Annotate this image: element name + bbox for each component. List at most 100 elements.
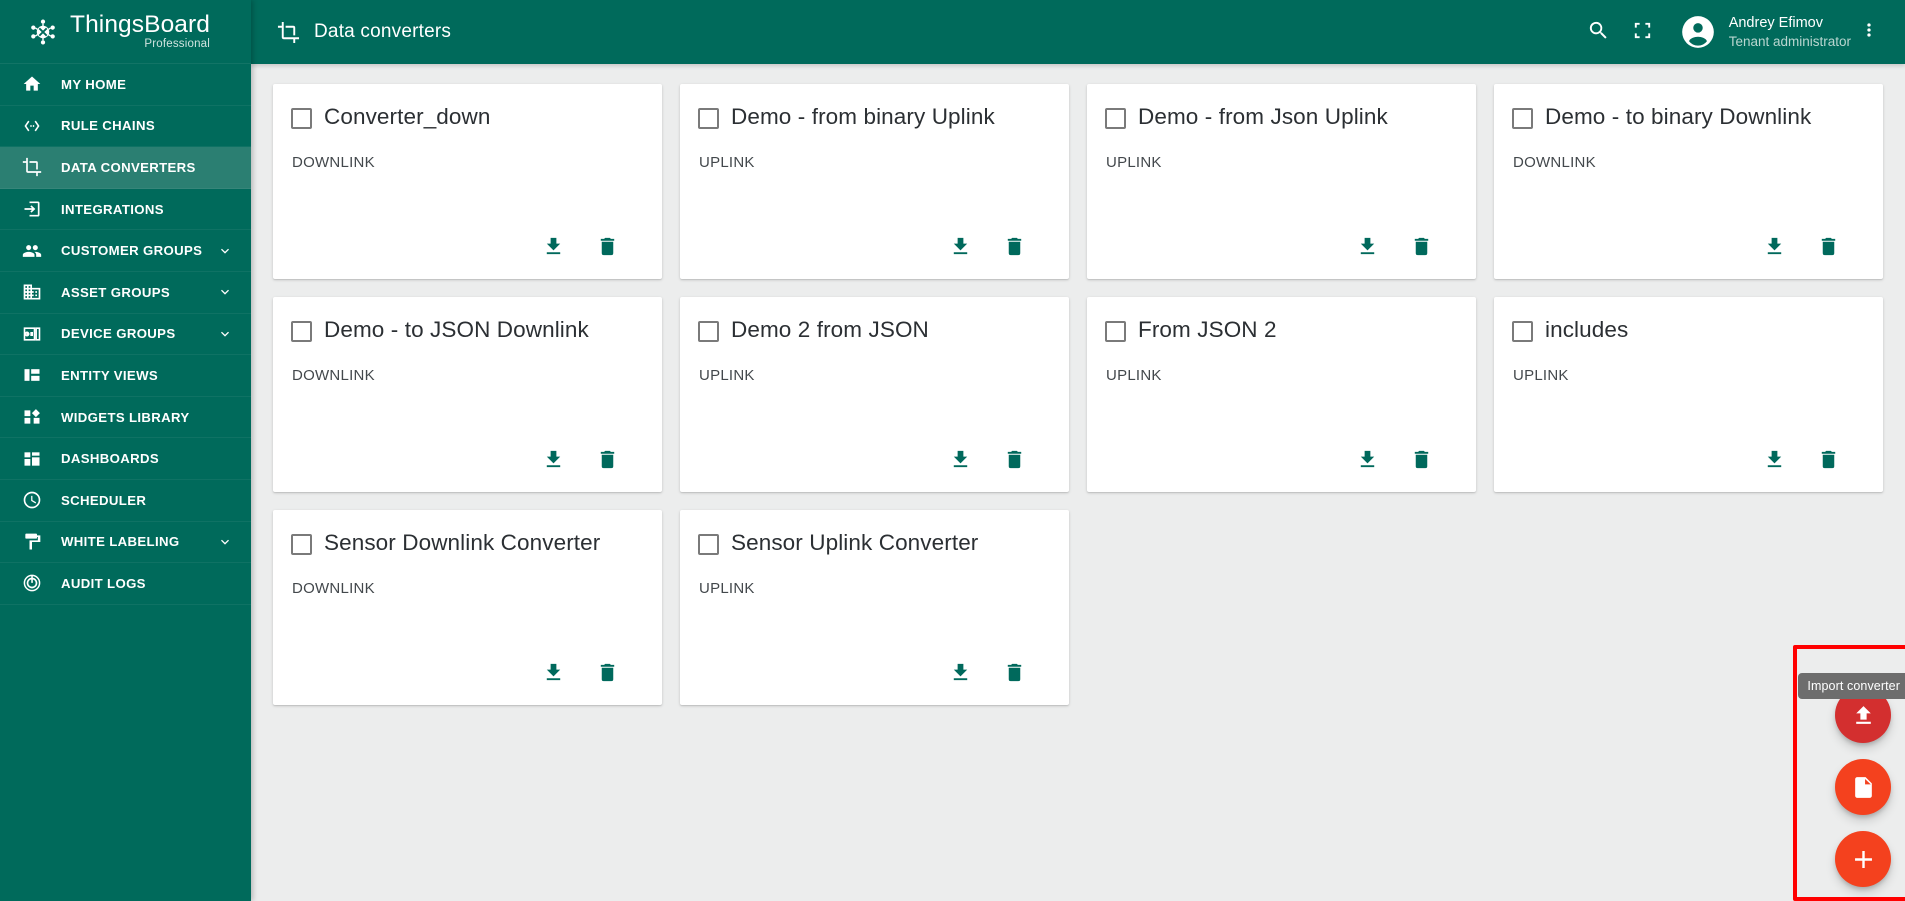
delete-converter-button[interactable] bbox=[1813, 444, 1843, 474]
export-converter-button[interactable] bbox=[945, 444, 975, 474]
sidebar-item-label: CUSTOMER GROUPS bbox=[61, 243, 203, 259]
sidebar-item-white-labeling[interactable]: WHITE LABELING bbox=[0, 522, 251, 564]
white-labeling-icon bbox=[21, 531, 43, 553]
export-converter-button[interactable] bbox=[945, 231, 975, 261]
delete-converter-button[interactable] bbox=[1406, 231, 1436, 261]
export-converter-button[interactable] bbox=[1352, 231, 1382, 261]
toolbar: Data converters Andrey Efimov Tenant adm… bbox=[251, 0, 1905, 64]
customer-groups-icon bbox=[21, 240, 43, 262]
export-converter-button[interactable] bbox=[538, 231, 568, 261]
device-groups-icon bbox=[21, 323, 43, 345]
sidebar-item-data-converters[interactable]: DATA CONVERTERS bbox=[0, 147, 251, 189]
converter-select-checkbox[interactable] bbox=[698, 108, 719, 129]
converter-card[interactable]: Converter_down DOWNLINK bbox=[273, 84, 662, 279]
converter-card[interactable]: Sensor Downlink Converter DOWNLINK bbox=[273, 510, 662, 705]
converter-select-checkbox[interactable] bbox=[291, 321, 312, 342]
brand-subtitle: Professional bbox=[144, 38, 211, 50]
sidebar-item-label: RULE CHAINS bbox=[61, 118, 155, 134]
converter-select-checkbox[interactable] bbox=[1105, 108, 1126, 129]
sidebar-item-audit-logs[interactable]: AUDIT LOGS bbox=[0, 563, 251, 605]
delete-converter-button[interactable] bbox=[592, 231, 622, 261]
converter-type: UPLINK bbox=[1106, 153, 1162, 171]
converter-name: Demo - to JSON Downlink bbox=[324, 317, 589, 342]
sidebar-item-scheduler[interactable]: SCHEDULER bbox=[0, 480, 251, 522]
converter-select-checkbox[interactable] bbox=[1105, 321, 1126, 342]
sidebar-item-rule-chains[interactable]: RULE CHAINS bbox=[0, 106, 251, 148]
delete-converter-button[interactable] bbox=[592, 657, 622, 687]
converter-type: UPLINK bbox=[699, 579, 755, 597]
delete-converter-button[interactable] bbox=[999, 231, 1029, 261]
sidebar-item-entity-views[interactable]: ENTITY VIEWS bbox=[0, 355, 251, 397]
converter-card-actions bbox=[291, 444, 644, 480]
export-converter-button[interactable] bbox=[1759, 231, 1789, 261]
trash-icon bbox=[1003, 448, 1026, 471]
user-menu[interactable]: Andrey Efimov Tenant administrator bbox=[1679, 13, 1851, 51]
search-button[interactable] bbox=[1577, 10, 1621, 54]
converter-card[interactable]: From JSON 2 UPLINK bbox=[1087, 297, 1476, 492]
converter-card[interactable]: Demo - from binary Uplink UPLINK bbox=[680, 84, 1069, 279]
sidebar-item-my-home[interactable]: MY HOME bbox=[0, 64, 251, 106]
converter-type: DOWNLINK bbox=[292, 366, 375, 384]
download-icon bbox=[1763, 235, 1786, 258]
delete-converter-button[interactable] bbox=[999, 444, 1029, 474]
user-role: Tenant administrator bbox=[1728, 33, 1851, 49]
converter-card[interactable]: Demo - to binary Downlink DOWNLINK bbox=[1494, 84, 1883, 279]
more-menu-button[interactable] bbox=[1851, 10, 1887, 54]
chevron-down-icon[interactable] bbox=[217, 284, 233, 300]
converter-card[interactable]: Sensor Uplink Converter UPLINK bbox=[680, 510, 1069, 705]
converter-select-checkbox[interactable] bbox=[1512, 321, 1533, 342]
delete-converter-button[interactable] bbox=[1813, 231, 1843, 261]
converter-select-checkbox[interactable] bbox=[698, 534, 719, 555]
delete-converter-button[interactable] bbox=[999, 657, 1029, 687]
export-converter-button[interactable] bbox=[945, 657, 975, 687]
sidebar-item-dashboards[interactable]: DASHBOARDS bbox=[0, 438, 251, 480]
chevron-down-icon[interactable] bbox=[217, 534, 233, 550]
sidebar-item-customer-groups[interactable]: CUSTOMER GROUPS bbox=[0, 230, 251, 272]
file-icon bbox=[1851, 775, 1876, 800]
widgets-library-icon bbox=[21, 406, 43, 428]
entity-views-icon bbox=[21, 364, 43, 386]
add-converter-fab[interactable] bbox=[1835, 831, 1891, 887]
chevron-down-icon[interactable] bbox=[217, 243, 233, 259]
converter-card-actions bbox=[698, 657, 1051, 693]
converter-select-checkbox[interactable] bbox=[291, 108, 312, 129]
converter-card[interactable]: Demo 2 from JSON UPLINK bbox=[680, 297, 1069, 492]
converter-card[interactable]: includes UPLINK bbox=[1494, 297, 1883, 492]
download-icon bbox=[1356, 235, 1379, 258]
sidebar-item-label: ENTITY VIEWS bbox=[61, 367, 159, 383]
converter-select-checkbox[interactable] bbox=[698, 321, 719, 342]
content-area: Converter_down DOWNLINK Demo - from binary… bbox=[251, 64, 1905, 901]
converter-card-actions bbox=[1105, 444, 1458, 480]
export-converter-button[interactable] bbox=[538, 444, 568, 474]
sidebar-item-asset-groups[interactable]: ASSET GROUPS bbox=[0, 272, 251, 314]
chevron-down-icon[interactable] bbox=[217, 326, 233, 342]
sidebar-item-label: DASHBOARDS bbox=[61, 451, 160, 467]
converter-card-actions bbox=[1512, 231, 1865, 267]
converter-select-checkbox[interactable] bbox=[1512, 108, 1533, 129]
brand-title: ThingsBoard bbox=[70, 10, 211, 38]
sidebar-item-device-groups[interactable]: DEVICE GROUPS bbox=[0, 314, 251, 356]
converter-card[interactable]: Demo - from Json Uplink UPLINK bbox=[1087, 84, 1476, 279]
create-converter-fab[interactable] bbox=[1835, 759, 1891, 815]
export-converter-button[interactable] bbox=[1759, 444, 1789, 474]
delete-converter-button[interactable] bbox=[1406, 444, 1436, 474]
fab-tooltip: Import converter bbox=[1798, 673, 1905, 699]
sidebar-item-integrations[interactable]: INTEGRATIONS bbox=[0, 189, 251, 231]
avatar bbox=[1679, 13, 1717, 51]
converter-name: From JSON 2 bbox=[1138, 317, 1277, 342]
delete-converter-button[interactable] bbox=[592, 444, 622, 474]
download-icon bbox=[949, 235, 972, 258]
trash-icon bbox=[596, 661, 619, 684]
sidebar-item-widgets-library[interactable]: WIDGETS LIBRARY bbox=[0, 397, 251, 439]
converter-card[interactable]: Demo - to JSON Downlink DOWNLINK bbox=[273, 297, 662, 492]
sidebar-item-label: MY HOME bbox=[61, 76, 127, 92]
export-converter-button[interactable] bbox=[538, 657, 568, 687]
user-name: Andrey Efimov bbox=[1728, 15, 1823, 32]
converter-select-checkbox[interactable] bbox=[291, 534, 312, 555]
converter-card-actions bbox=[1512, 444, 1865, 480]
converter-type: UPLINK bbox=[699, 366, 755, 384]
brand-header[interactable]: ThingsBoard Professional bbox=[0, 0, 251, 64]
fullscreen-button[interactable] bbox=[1621, 10, 1665, 54]
export-converter-button[interactable] bbox=[1352, 444, 1382, 474]
trash-icon bbox=[596, 448, 619, 471]
